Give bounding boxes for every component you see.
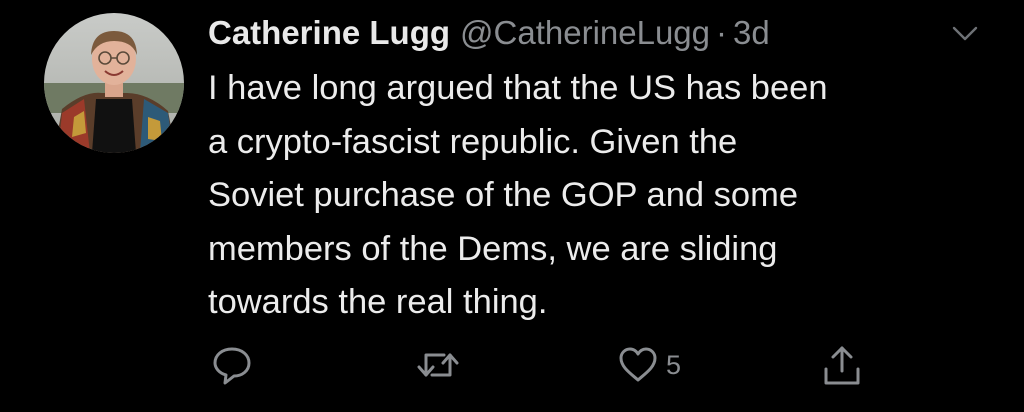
- tweet-text-line: towards the real thing.: [208, 283, 548, 321]
- tweet-text-line: members of the Dems, we are sliding: [208, 229, 778, 268]
- share-button[interactable]: [822, 340, 862, 390]
- timestamp[interactable]: 3d: [733, 10, 770, 56]
- tweet-text-line: Soviet purchase of the GOP and some: [208, 176, 799, 214]
- tweet-header: Catherine Lugg @CatherineLugg · 3d: [208, 10, 770, 56]
- tweet[interactable]: Catherine Lugg @CatherineLugg · 3d I hav…: [0, 0, 1024, 412]
- reply-button[interactable]: [210, 340, 254, 390]
- like-count: 5: [666, 350, 682, 380]
- retweet-icon: [417, 353, 459, 377]
- heart-icon: [619, 347, 657, 382]
- chevron-down-icon[interactable]: [948, 22, 982, 46]
- retweet-button[interactable]: [414, 340, 462, 390]
- avatar[interactable]: [44, 13, 184, 153]
- author-name[interactable]: Catherine Lugg: [208, 10, 450, 56]
- tweet-text-line: I have long argued that the US has been: [208, 69, 828, 107]
- author-handle[interactable]: @CatherineLugg: [460, 10, 710, 56]
- separator-dot: ·: [716, 14, 728, 51]
- reply-icon: [213, 347, 251, 385]
- share-icon: [824, 346, 860, 385]
- like-button[interactable]: 5: [618, 340, 681, 390]
- tweet-text-line: a crypto-fascist republic. Given the: [208, 122, 738, 161]
- avatar-image: [44, 13, 184, 153]
- tweet-actions: 5: [0, 340, 1024, 400]
- tweet-text: I have long argued that the US has been …: [208, 62, 998, 330]
